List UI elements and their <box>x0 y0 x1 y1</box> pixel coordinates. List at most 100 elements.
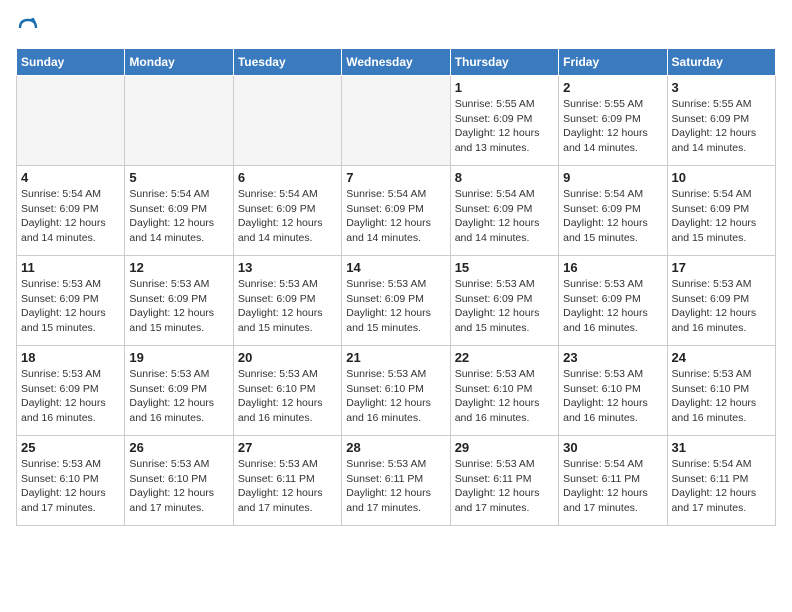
day-info: Sunrise: 5:54 AMSunset: 6:09 PMDaylight:… <box>21 187 120 246</box>
day-info: Sunrise: 5:55 AMSunset: 6:09 PMDaylight:… <box>563 97 662 156</box>
calendar-day-cell: 14Sunrise: 5:53 AMSunset: 6:09 PMDayligh… <box>342 256 450 346</box>
calendar-day-cell: 19 Sunrise: 5:53 AMSunset: 6:09 PMDayligh… <box>125 346 233 436</box>
day-number: 13 <box>238 260 337 275</box>
calendar-week-row: 25 Sunrise: 5:53 AMSunset: 6:10 PMDayligh… <box>17 436 776 526</box>
calendar-day-cell: 6 Sunrise: 5:54 AMSunset: 6:09 PMDaylight… <box>233 166 341 256</box>
day-info: Sunrise: 5:54 AMSunset: 6:09 PMDaylight:… <box>672 187 771 246</box>
day-number: 7 <box>346 170 445 185</box>
calendar-day-cell: 17Sunrise: 5:53 AMSunset: 6:09 PMDayligh… <box>667 256 775 346</box>
day-info: Sunrise: 5:53 AMSunset: 6:09 PMDaylight:… <box>563 277 662 336</box>
calendar-day-cell: 10 Sunrise: 5:54 AMSunset: 6:09 PMDayligh… <box>667 166 775 256</box>
day-info: Sunrise: 5:54 AMSunset: 6:11 PMDaylight:… <box>672 457 771 516</box>
day-info: Sunrise: 5:54 AMSunset: 6:09 PMDaylight:… <box>129 187 228 246</box>
day-info: Sunrise: 5:54 AMSunset: 6:11 PMDaylight:… <box>563 457 662 516</box>
calendar-day-cell: 4 Sunrise: 5:54 AMSunset: 6:09 PMDaylight… <box>17 166 125 256</box>
calendar-week-row: 18 Sunrise: 5:53 AMSunset: 6:09 PMDayligh… <box>17 346 776 436</box>
calendar-day-cell: 15 Sunrise: 5:53 AMSunset: 6:09 PMDayligh… <box>450 256 558 346</box>
day-number: 22 <box>455 350 554 365</box>
day-number: 9 <box>563 170 662 185</box>
logo <box>16 16 44 40</box>
day-number: 25 <box>21 440 120 455</box>
page-header <box>16 16 776 40</box>
day-info: Sunrise: 5:53 AMSunset: 6:11 PMDaylight:… <box>455 457 554 516</box>
day-number: 16 <box>563 260 662 275</box>
day-info: Sunrise: 5:55 AMSunset: 6:09 PMDaylight:… <box>455 97 554 156</box>
calendar-week-row: 4 Sunrise: 5:54 AMSunset: 6:09 PMDaylight… <box>17 166 776 256</box>
calendar-day-cell: 24Sunrise: 5:53 AMSunset: 6:10 PMDayligh… <box>667 346 775 436</box>
day-info: Sunrise: 5:53 AMSunset: 6:11 PMDaylight:… <box>346 457 445 516</box>
calendar-table: SundayMondayTuesdayWednesdayThursdayFrid… <box>16 48 776 526</box>
day-info: Sunrise: 5:54 AMSunset: 6:09 PMDaylight:… <box>455 187 554 246</box>
day-number: 31 <box>672 440 771 455</box>
calendar-day-cell: 18 Sunrise: 5:53 AMSunset: 6:09 PMDayligh… <box>17 346 125 436</box>
day-number: 3 <box>672 80 771 95</box>
calendar-day-cell: 3 Sunrise: 5:55 AMSunset: 6:09 PMDaylight… <box>667 76 775 166</box>
weekday-header: Thursday <box>450 49 558 76</box>
day-info: Sunrise: 5:53 AMSunset: 6:10 PMDaylight:… <box>455 367 554 426</box>
day-number: 12 <box>129 260 228 275</box>
day-info: Sunrise: 5:54 AMSunset: 6:09 PMDaylight:… <box>563 187 662 246</box>
day-number: 20 <box>238 350 337 365</box>
calendar-day-cell: 12 Sunrise: 5:53 AMSunset: 6:09 PMDayligh… <box>125 256 233 346</box>
calendar-day-cell <box>17 76 125 166</box>
calendar-day-cell: 28 Sunrise: 5:53 AMSunset: 6:11 PMDayligh… <box>342 436 450 526</box>
day-info: Sunrise: 5:54 AMSunset: 6:09 PMDaylight:… <box>238 187 337 246</box>
day-number: 28 <box>346 440 445 455</box>
calendar-week-row: 11 Sunrise: 5:53 AMSunset: 6:09 PMDayligh… <box>17 256 776 346</box>
day-number: 17 <box>672 260 771 275</box>
day-number: 10 <box>672 170 771 185</box>
day-info: Sunrise: 5:53 AMSunset: 6:10 PMDaylight:… <box>672 367 771 426</box>
day-info: Sunrise: 5:53 AMSunset: 6:10 PMDaylight:… <box>21 457 120 516</box>
calendar-day-cell <box>233 76 341 166</box>
day-number: 23 <box>563 350 662 365</box>
day-info: Sunrise: 5:53 AMSunset: 6:10 PMDaylight:… <box>563 367 662 426</box>
calendar-day-cell <box>342 76 450 166</box>
calendar-day-cell: 9 Sunrise: 5:54 AMSunset: 6:09 PMDaylight… <box>559 166 667 256</box>
calendar-day-cell: 21 Sunrise: 5:53 AMSunset: 6:10 PMDayligh… <box>342 346 450 436</box>
day-info: Sunrise: 5:53 AMSunset: 6:10 PMDaylight:… <box>346 367 445 426</box>
day-number: 6 <box>238 170 337 185</box>
day-info: Sunrise: 5:55 AMSunset: 6:09 PMDaylight:… <box>672 97 771 156</box>
day-info: Sunrise: 5:53 AMSunset: 6:09 PMDaylight:… <box>21 367 120 426</box>
calendar-day-cell <box>125 76 233 166</box>
calendar-week-row: 1 Sunrise: 5:55 AMSunset: 6:09 PMDaylight… <box>17 76 776 166</box>
day-info: Sunrise: 5:54 AMSunset: 6:09 PMDaylight:… <box>346 187 445 246</box>
calendar-day-cell: 27 Sunrise: 5:53 AMSunset: 6:11 PMDayligh… <box>233 436 341 526</box>
calendar-day-cell: 30Sunrise: 5:54 AMSunset: 6:11 PMDayligh… <box>559 436 667 526</box>
day-number: 8 <box>455 170 554 185</box>
calendar-day-cell: 20 Sunrise: 5:53 AMSunset: 6:10 PMDayligh… <box>233 346 341 436</box>
day-number: 19 <box>129 350 228 365</box>
day-info: Sunrise: 5:53 AMSunset: 6:09 PMDaylight:… <box>346 277 445 336</box>
logo-icon <box>16 16 40 40</box>
day-number: 11 <box>21 260 120 275</box>
weekday-header: Tuesday <box>233 49 341 76</box>
calendar-day-cell: 13Sunrise: 5:53 AMSunset: 6:09 PMDayligh… <box>233 256 341 346</box>
day-info: Sunrise: 5:53 AMSunset: 6:11 PMDaylight:… <box>238 457 337 516</box>
calendar-day-cell: 23 Sunrise: 5:53 AMSunset: 6:10 PMDayligh… <box>559 346 667 436</box>
calendar-day-cell: 25 Sunrise: 5:53 AMSunset: 6:10 PMDayligh… <box>17 436 125 526</box>
day-number: 29 <box>455 440 554 455</box>
day-number: 2 <box>563 80 662 95</box>
calendar-day-cell: 1 Sunrise: 5:55 AMSunset: 6:09 PMDaylight… <box>450 76 558 166</box>
day-number: 18 <box>21 350 120 365</box>
day-number: 1 <box>455 80 554 95</box>
calendar-day-cell: 29 Sunrise: 5:53 AMSunset: 6:11 PMDayligh… <box>450 436 558 526</box>
calendar-day-cell: 16 Sunrise: 5:53 AMSunset: 6:09 PMDayligh… <box>559 256 667 346</box>
day-info: Sunrise: 5:53 AMSunset: 6:09 PMDaylight:… <box>21 277 120 336</box>
day-number: 27 <box>238 440 337 455</box>
day-info: Sunrise: 5:53 AMSunset: 6:09 PMDaylight:… <box>129 277 228 336</box>
day-info: Sunrise: 5:53 AMSunset: 6:09 PMDaylight:… <box>129 367 228 426</box>
weekday-header: Wednesday <box>342 49 450 76</box>
day-number: 21 <box>346 350 445 365</box>
calendar-day-cell: 2 Sunrise: 5:55 AMSunset: 6:09 PMDaylight… <box>559 76 667 166</box>
weekday-header: Monday <box>125 49 233 76</box>
day-info: Sunrise: 5:53 AMSunset: 6:09 PMDaylight:… <box>455 277 554 336</box>
calendar-day-cell: 26Sunrise: 5:53 AMSunset: 6:10 PMDayligh… <box>125 436 233 526</box>
calendar-day-cell: 7 Sunrise: 5:54 AMSunset: 6:09 PMDaylight… <box>342 166 450 256</box>
calendar-day-cell: 22 Sunrise: 5:53 AMSunset: 6:10 PMDayligh… <box>450 346 558 436</box>
weekday-header: Sunday <box>17 49 125 76</box>
day-info: Sunrise: 5:53 AMSunset: 6:10 PMDaylight:… <box>238 367 337 426</box>
weekday-header: Friday <box>559 49 667 76</box>
day-number: 4 <box>21 170 120 185</box>
day-number: 15 <box>455 260 554 275</box>
